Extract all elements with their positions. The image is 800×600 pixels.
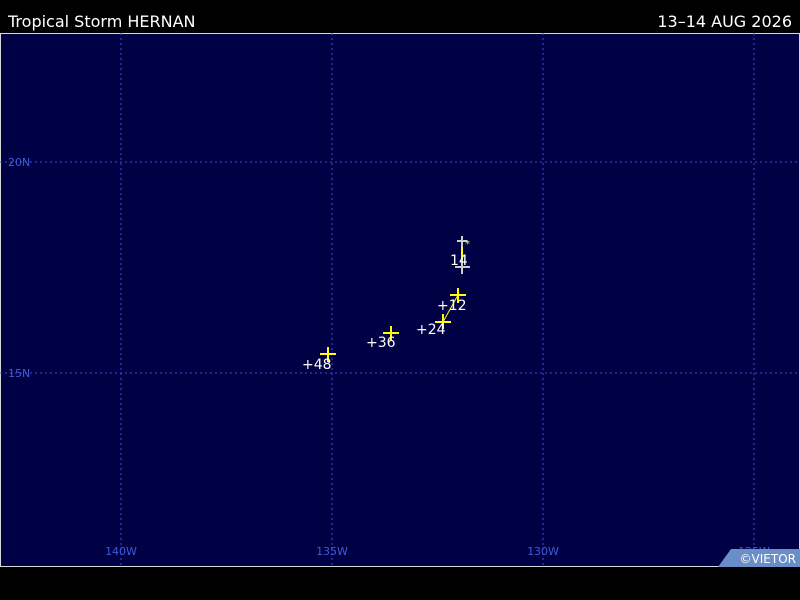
credit-text: ©VIETOR (740, 552, 796, 566)
forecast-label-36: +36 (366, 335, 396, 351)
lon-label-135w: 135W (316, 545, 348, 558)
storm-track-map: 20N 15N 140W 135W 130W 125W * 14 +12 +24… (0, 33, 800, 567)
lat-label-15n: 15N (8, 367, 30, 380)
observed-label-14: 14 (450, 253, 468, 269)
map-background (0, 33, 800, 567)
forecast-label-12: +12 (437, 298, 467, 314)
storm-title: Tropical Storm HERNAN (8, 12, 196, 31)
lat-label-20n: 20N (8, 156, 30, 169)
footer-bar (0, 567, 800, 600)
date-range: 13–14 AUG 2026 (657, 12, 792, 31)
lon-label-130w: 130W (527, 545, 559, 558)
header-bar: Tropical Storm HERNAN 13–14 AUG 2026 (0, 0, 800, 33)
forecast-label-48: +48 (302, 357, 332, 373)
credit-badge: ©VIETOR (718, 549, 800, 567)
forecast-label-24: +24 (416, 322, 446, 338)
svg-text:*: * (465, 239, 470, 250)
lon-label-140w: 140W (105, 545, 137, 558)
